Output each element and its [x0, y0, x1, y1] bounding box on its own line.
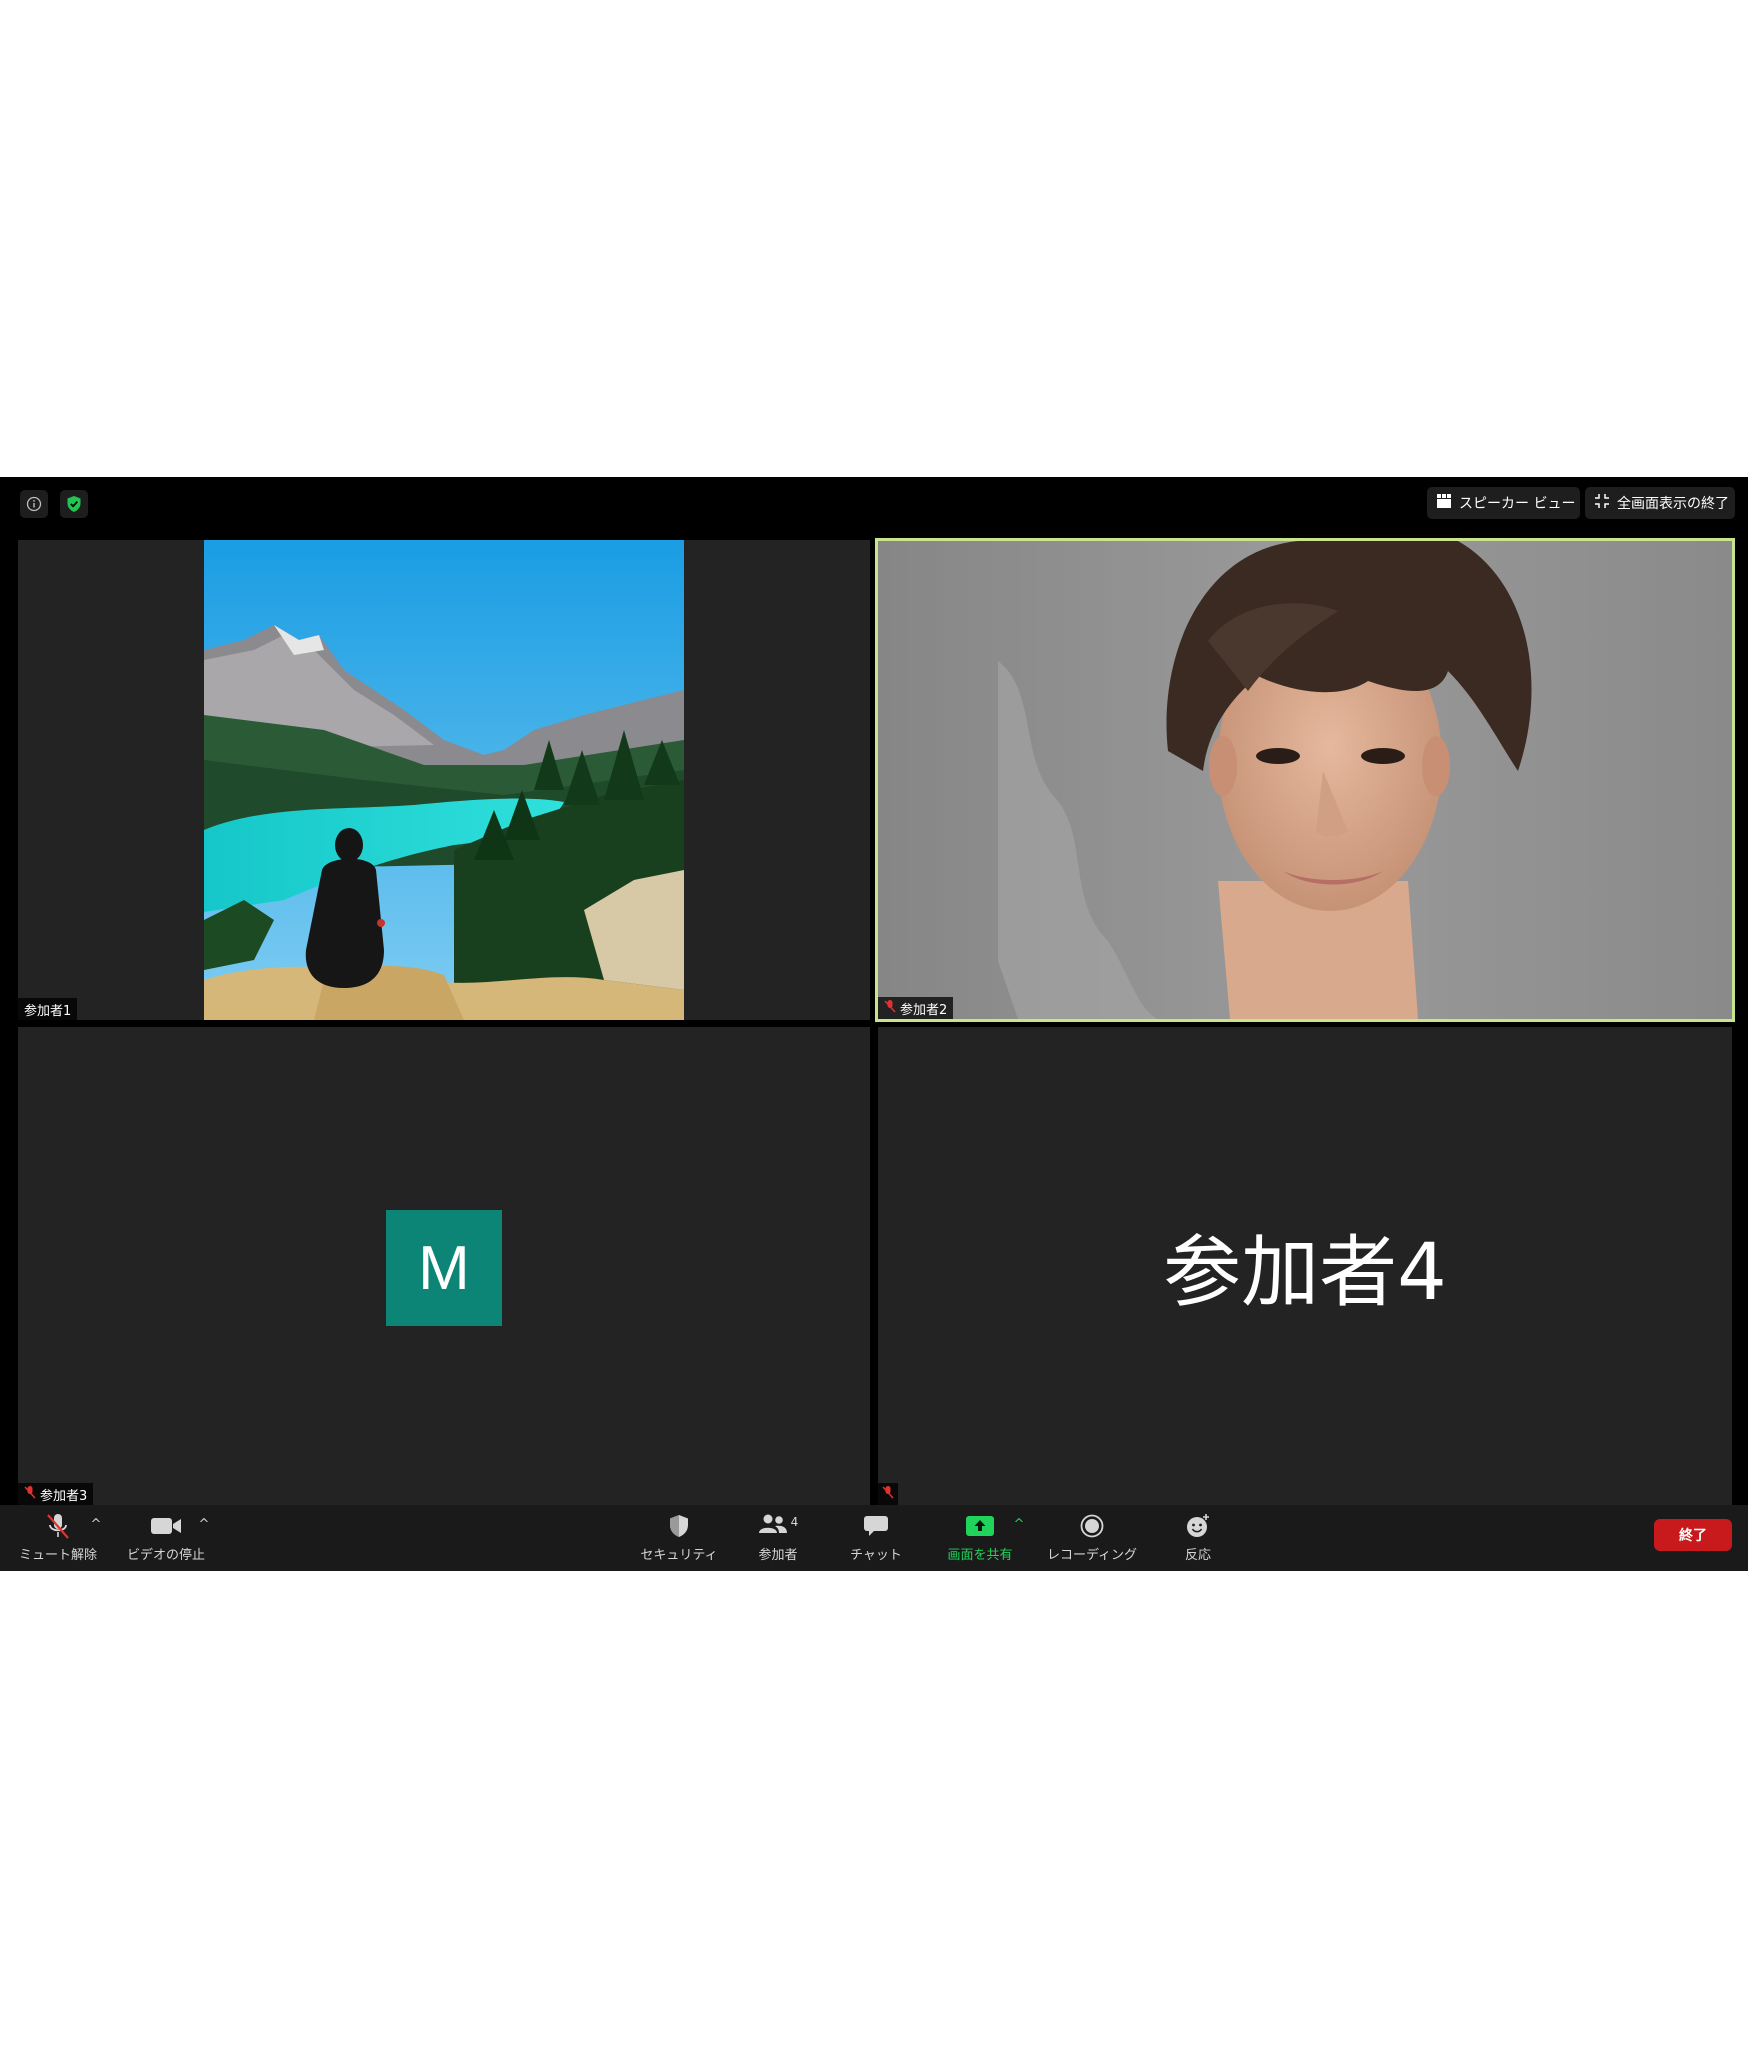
security-button[interactable]: セキュリティ — [632, 1511, 726, 1567]
participant-4-display-name: 参加者4 — [1163, 1228, 1447, 1318]
stop-video-label: ビデオの停止 — [126, 1548, 205, 1563]
participant-1-video — [204, 540, 684, 1020]
record-icon — [1080, 1511, 1104, 1541]
participants-button[interactable]: 4 参加者 — [738, 1511, 818, 1567]
participant-3-name-tag: 参加者3 — [18, 1483, 94, 1505]
grid-view-icon — [1437, 494, 1451, 512]
muted-mic-icon — [882, 1485, 894, 1503]
security-shield-icon — [668, 1511, 690, 1541]
muted-mic-icon — [884, 999, 896, 1017]
speaker-view-button[interactable]: スピーカー ビュー — [1427, 487, 1580, 519]
participant-2-name-tag: 参加者2 — [878, 997, 954, 1019]
participants-icon-group: 4 — [758, 1511, 799, 1541]
exit-fullscreen-icon — [1595, 494, 1609, 512]
smiley-add-icon — [1185, 1511, 1211, 1541]
top-bar: スピーカー ビュー 全画面表示の終了 — [0, 477, 1748, 529]
share-screen-label: 画面を共有 — [947, 1548, 1013, 1563]
security-label: セキュリティ — [640, 1548, 718, 1563]
participants-count: 4 — [790, 1515, 799, 1529]
video-options-caret-icon[interactable]: ^ — [197, 1517, 211, 1532]
shield-check-icon[interactable] — [60, 490, 88, 518]
end-meeting-button[interactable]: 終了 — [1654, 1519, 1732, 1551]
participant-2-video — [878, 541, 1732, 1019]
participant-tile-4[interactable]: 参加者4 — [878, 1027, 1732, 1505]
speaker-view-label: スピーカー ビュー — [1459, 496, 1576, 512]
muted-microphone-icon — [45, 1511, 71, 1541]
recording-label: レコーディング — [1046, 1548, 1138, 1563]
participant-tile-1[interactable]: 参加者1 — [18, 540, 870, 1020]
chat-bubble-icon — [863, 1511, 889, 1541]
share-options-caret-icon[interactable]: ^ — [1012, 1517, 1026, 1532]
participant-3-avatar: M — [386, 1210, 502, 1326]
participant-3-name: 参加者3 — [40, 1488, 88, 1504]
audio-options-caret-icon[interactable]: ^ — [89, 1517, 103, 1532]
unmute-label: ミュート解除 — [18, 1548, 97, 1563]
meeting-toolbar: ミュート解除 ^ ビデオの停止 ^ セキュリティ 4 参加者 チャット 画面を共… — [0, 1505, 1748, 1571]
chat-button[interactable]: チャット — [836, 1511, 916, 1567]
chat-label: チャット — [850, 1548, 902, 1563]
zoom-meeting-window: スピーカー ビュー 全画面表示の終了 参加者1 参加者2 M 参加者3 参加者4… — [0, 477, 1748, 1571]
info-icon[interactable] — [20, 490, 48, 518]
reactions-button[interactable]: 反応 — [1162, 1511, 1234, 1567]
participant-2-name: 参加者2 — [900, 1002, 948, 1018]
participant-tile-3[interactable]: M 参加者3 — [18, 1027, 870, 1505]
participant-4-name-tag — [878, 1483, 898, 1505]
share-screen-button[interactable]: 画面を共有 — [938, 1511, 1022, 1567]
recording-button[interactable]: レコーディング — [1040, 1511, 1144, 1567]
muted-mic-icon — [24, 1485, 36, 1503]
exit-fullscreen-label: 全画面表示の終了 — [1617, 496, 1729, 512]
share-screen-icon — [965, 1511, 995, 1541]
participants-label: 参加者 — [758, 1548, 798, 1563]
reactions-label: 反応 — [1184, 1548, 1211, 1563]
exit-fullscreen-button[interactable]: 全画面表示の終了 — [1585, 487, 1735, 519]
participant-tile-2[interactable]: 参加者2 — [875, 538, 1735, 1022]
participant-1-name-tag: 参加者1 — [18, 998, 78, 1020]
video-camera-icon — [150, 1511, 182, 1541]
people-icon — [758, 1514, 788, 1538]
participant-1-name: 参加者1 — [24, 1003, 72, 1019]
